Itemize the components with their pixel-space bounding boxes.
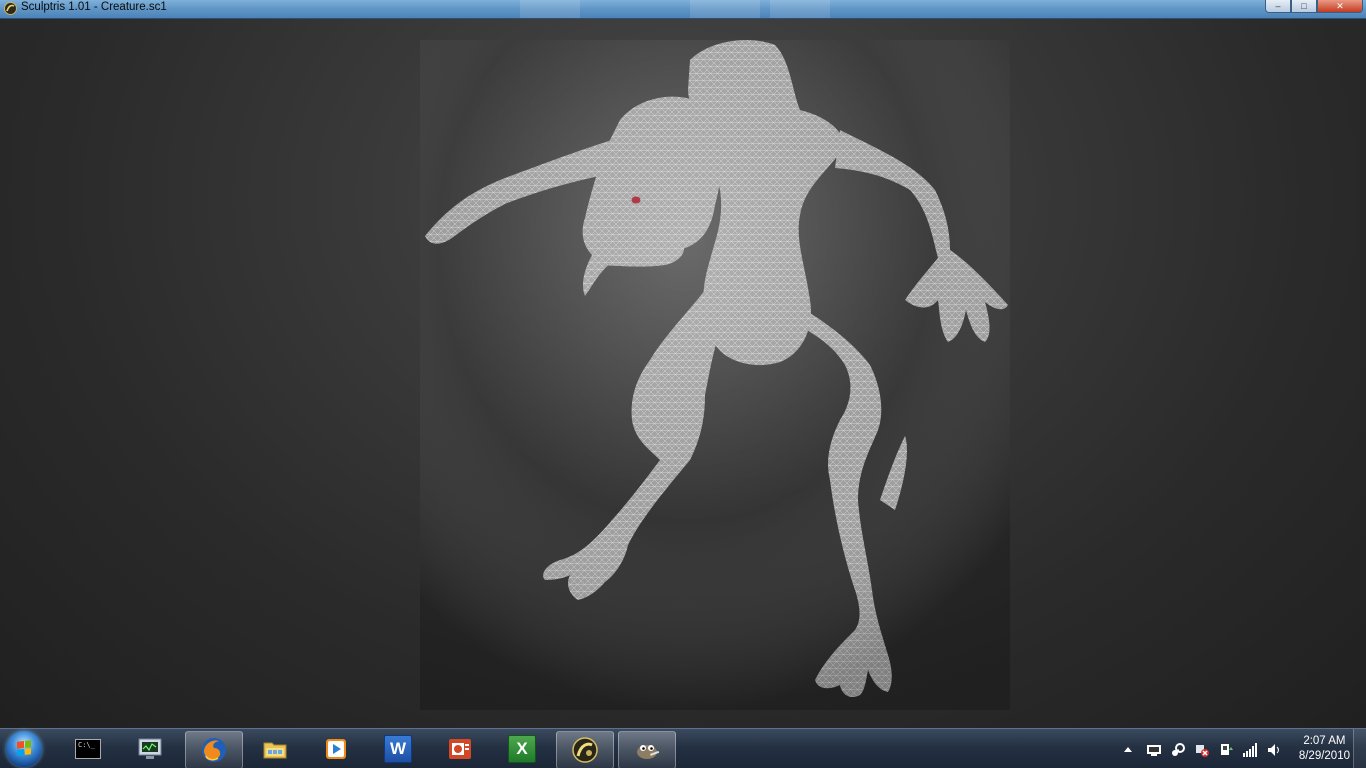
taskbar: C:\_ W X 2:07 AM 8/29/2010 [0,728,1366,768]
gimp-icon [637,745,660,759]
cmd-label: C:\_ [78,741,95,749]
close-button[interactable]: ✕ [1317,0,1363,13]
sculptris-app-icon [4,2,17,15]
excel-label: X [516,739,528,758]
taskbar-firefox[interactable] [185,731,243,768]
folder-icon [263,742,287,759]
sculptris-icon [572,737,598,763]
taskbar-excel[interactable]: X [494,731,550,767]
taskbar-powerpoint[interactable] [432,731,488,767]
window-title-bar[interactable]: Sculptris 1.01 - Creature.sc1 – □ ✕ [0,0,1366,19]
creature-eye [631,196,641,204]
maximize-button[interactable]: □ [1291,0,1317,13]
system-tray: 2:07 AM 8/29/2010 [1106,729,1366,768]
sculpt-viewport[interactable] [0,19,1366,728]
start-orb-icon[interactable] [6,731,42,767]
powerpoint-icon [449,739,471,759]
signal-icon[interactable] [1242,742,1258,758]
display-icon[interactable] [1146,742,1162,758]
chevron-up-icon[interactable] [1120,742,1136,758]
monitor-icon [138,738,162,759]
word-icon: W [384,735,412,763]
clock-time: 2:07 AM [1303,735,1346,747]
right-leg [790,310,892,697]
taskbar-word[interactable]: W [370,731,426,767]
taskbar-windows-explorer[interactable] [247,731,303,767]
taskbar-media-player[interactable] [308,731,364,767]
left-leg [543,290,725,600]
minimize-button[interactable]: – [1265,0,1291,13]
creature-model [420,40,1010,710]
windows-flag-icon [17,740,31,756]
volume-icon[interactable] [1266,742,1282,758]
network-error-icon[interactable] [1194,742,1210,758]
taskbar-sculptris[interactable] [556,731,614,768]
firefox-icon [202,738,226,762]
taskbar-command-prompt[interactable]: C:\_ [60,731,116,767]
window-title: Sculptris 1.01 - Creature.sc1 [21,1,167,13]
right-spur [880,436,907,510]
word-label: W [389,739,407,758]
steam-icon[interactable] [1170,742,1186,758]
clock[interactable]: 2:07 AM 8/29/2010 [1299,734,1350,764]
safely-remove-icon[interactable] [1218,742,1234,758]
cmd-icon: C:\_ [75,739,101,759]
creature-mesh [420,40,1010,710]
excel-icon: X [508,735,536,763]
desktop-screen: Sculptris 1.01 - Creature.sc1 – □ ✕ C:\_… [0,0,1366,768]
taskbar-computer-monitor[interactable] [122,731,178,767]
taskbar-gimp[interactable] [618,731,676,768]
clock-date: 8/29/2010 [1298,750,1350,762]
right-arm [835,130,1008,342]
play-icon [326,739,346,759]
show-desktop-button[interactable] [1353,729,1366,768]
